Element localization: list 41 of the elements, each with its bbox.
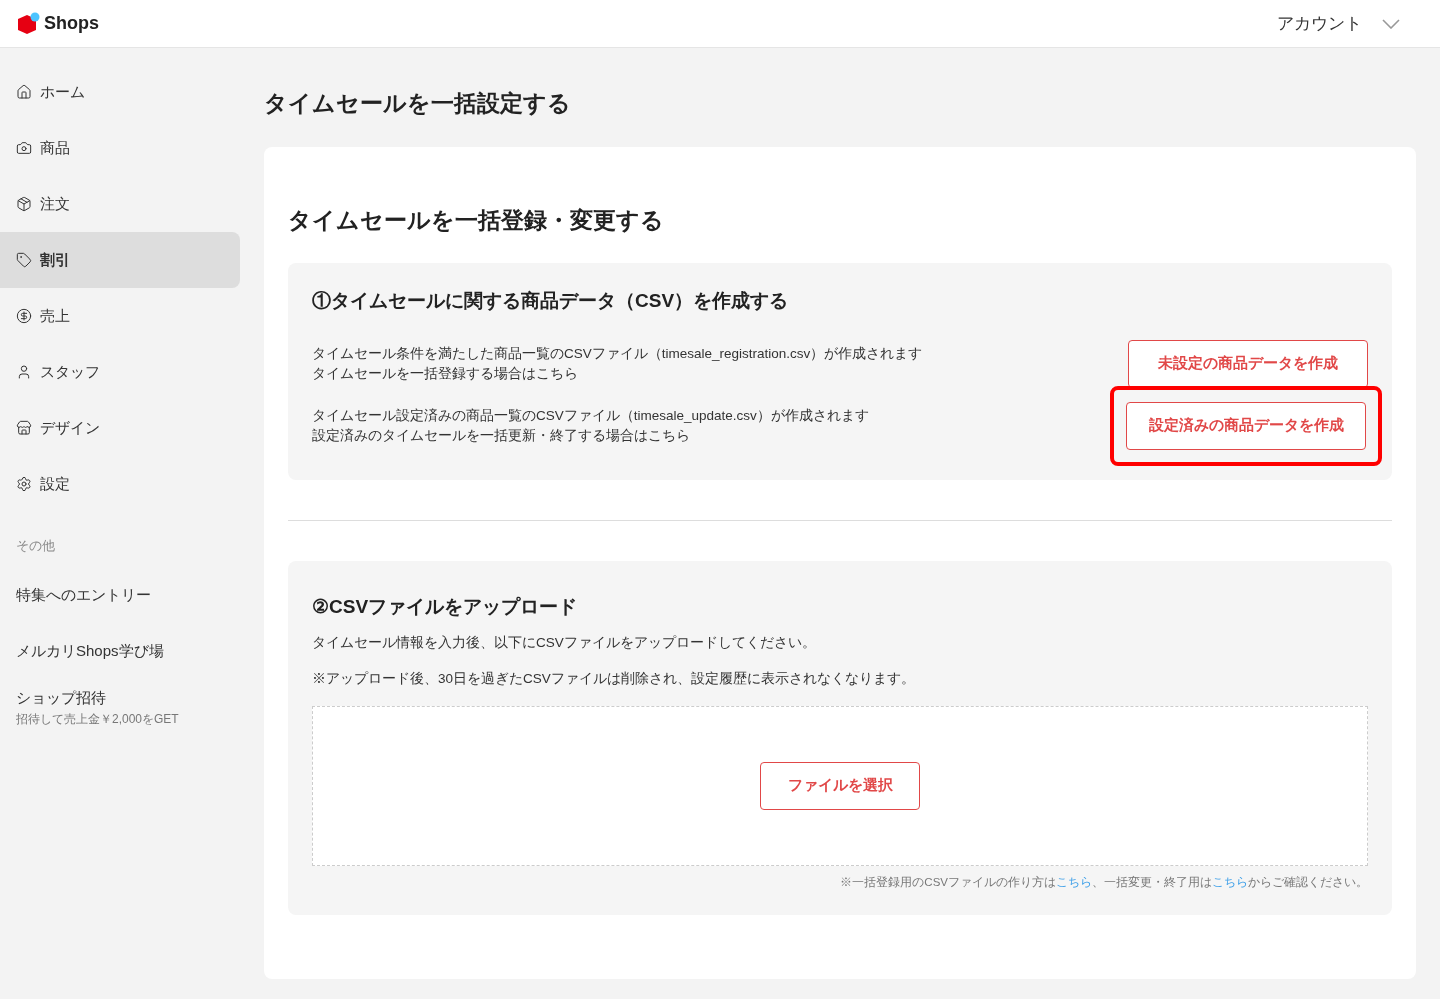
currency-icon [16,308,32,324]
sidebar-item[interactable]: 設定 [0,456,240,512]
tag-icon [16,252,32,268]
user-icon [16,364,32,380]
settings-icon [16,476,32,492]
sidebar-item[interactable]: 割引 [0,232,240,288]
step-description: タイムセール条件を満たした商品一覧のCSVファイル（timesale_registration.csv）が作成されます タイムセールを一括登録する場合はこちら [312,344,923,383]
sidebar-item[interactable]: デザイン [0,400,240,456]
choose-file-button[interactable]: ファイルを選択 [760,761,920,810]
sidebar-item[interactable]: ショップ招待 招待して売上金￥2,000をGET [0,679,240,736]
account-menu[interactable]: アカウント [1277,10,1424,37]
box-icon [16,196,32,212]
section-label: その他 [15,537,56,555]
step-description: タイムセール設定済みの商品一覧のCSVファイル（timesale_update.csv）が作成されます 設定済みのタイムセールを一括更新・終了する場合はこちら [312,406,869,445]
camera-icon [16,140,32,156]
upload-drop-zone[interactable]: ファイルを選択 [312,705,1368,866]
logo-text: Shops [44,12,99,35]
create-data-button[interactable]: 設定済みの商品データを作成 [1126,401,1366,450]
sidebar-item[interactable]: 売上 [0,288,240,344]
sidebar-item-label: 特集へのエントリー [16,585,152,606]
sidebar-item[interactable]: ホーム [0,64,240,120]
sidebar-item-caption: 招待して売上金￥2,000をGET [16,710,180,728]
sidebar-item[interactable]: 注文 [0,176,240,232]
step-title: ①タイムセールに関する商品データ（CSV）を作成する [312,289,790,313]
upload-note: ※アップロード後、30日を過ぎたCSVファイルは削除され、設定履歴に表示されなくなります。 [312,670,916,689]
sidebar-item[interactable]: 商品 [0,120,240,176]
sidebar-item[interactable]: スタッフ [0,344,240,400]
sidebar-item[interactable]: 特集へのエントリー [0,567,240,624]
sidebar-item-label: ショップ招待 [16,688,107,709]
step-title: ②CSVファイルをアップロード [312,594,579,619]
chevron-down-icon [1382,18,1400,29]
upload-description: タイムセール情報を入力後、以下にCSVファイルをアップロードしてください。 [312,634,817,652]
sidebar-item-label: メルカリShops学び場 [16,641,165,662]
page-title: タイムセールを一括設定する [264,89,572,118]
footnote-text: ※一括登録用のCSVファイルの作り方はこちら、一括変更・終了用はこちらからご確認ください。 [839,874,1368,890]
store-icon [16,420,32,436]
home-icon [16,84,32,100]
create-data-button[interactable]: 未設定の商品データを作成 [1128,339,1368,388]
card-title: タイムセールを一括登録・変更する [288,205,665,235]
logo-icon [16,11,40,36]
sidebar-item[interactable]: メルカリShops学び場 [0,623,240,680]
